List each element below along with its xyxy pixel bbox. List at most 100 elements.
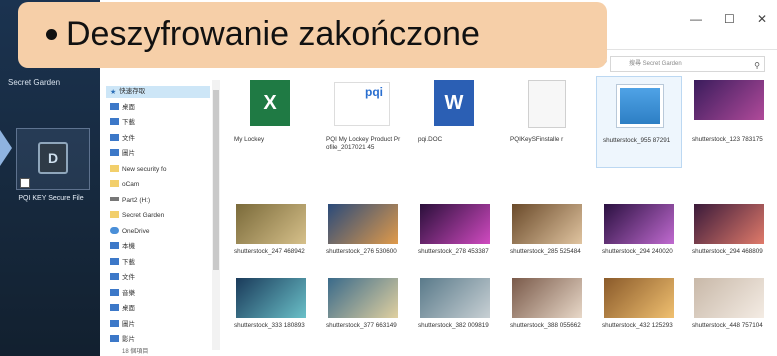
file-name: shutterstock_294 240020 bbox=[602, 248, 673, 255]
file-item[interactable]: shutterstock_247 468942 bbox=[228, 200, 314, 272]
file-item[interactable]: shutterstock_276 530600 bbox=[320, 200, 406, 272]
nav-item[interactable]: oCam bbox=[110, 179, 139, 191]
file-item[interactable]: shutterstock_278 453387 bbox=[412, 200, 498, 272]
shortcut-arrow-icon bbox=[20, 178, 30, 188]
nav-item-label: 下載 bbox=[122, 258, 135, 266]
nav-item[interactable]: 桌面 bbox=[110, 303, 135, 315]
close-button[interactable]: ✕ bbox=[757, 12, 767, 26]
bullet-icon bbox=[46, 29, 57, 40]
image-thumbnail bbox=[694, 80, 764, 120]
pqi-secure-file-icon[interactable]: D bbox=[38, 142, 68, 174]
nav-item[interactable]: 影片 bbox=[110, 334, 135, 346]
nav-item-label: 圖片 bbox=[122, 150, 135, 157]
nav-item-label: 桌面 bbox=[122, 103, 135, 111]
video-icon bbox=[110, 335, 119, 342]
file-item[interactable]: shutterstock_377 663149 bbox=[320, 274, 406, 346]
file-name: PQIKeySFinstalle r bbox=[510, 136, 564, 143]
nav-item[interactable]: New security fo bbox=[110, 164, 166, 176]
image-thumbnail bbox=[420, 204, 490, 244]
pointer-arrow-icon bbox=[0, 130, 12, 166]
file-item[interactable]: shutterstock_955 87291 bbox=[596, 76, 682, 168]
document-icon bbox=[110, 133, 119, 141]
nav-item[interactable]: 圖片 bbox=[110, 319, 135, 331]
nav-scrollbar-thumb[interactable] bbox=[213, 90, 219, 270]
minimize-button[interactable]: — bbox=[690, 12, 702, 26]
nav-item[interactable]: 文件 bbox=[110, 272, 135, 284]
file-item[interactable]: shutterstock_294 468809 bbox=[686, 200, 772, 272]
picture-icon bbox=[110, 149, 119, 156]
image-file-icon bbox=[617, 85, 663, 127]
nav-item[interactable]: 下載 bbox=[110, 257, 135, 269]
desktop-icon bbox=[110, 102, 119, 110]
file-item[interactable]: shutterstock_388 055662 bbox=[504, 274, 590, 346]
search-input[interactable]: 搜尋 Secret Garden ⚲ bbox=[610, 56, 765, 72]
nav-item[interactable]: 本機 bbox=[110, 241, 135, 253]
nav-item[interactable]: 文件 bbox=[110, 133, 135, 145]
excel-file-icon: X bbox=[250, 80, 290, 126]
file-item[interactable]: Wpqi.DOC bbox=[412, 76, 498, 168]
nav-item[interactable]: 下載 bbox=[110, 117, 135, 129]
desktop-icon bbox=[110, 304, 119, 311]
star-icon: ★ bbox=[110, 89, 117, 96]
image-thumbnail bbox=[328, 204, 398, 244]
file-name: shutterstock_276 530600 bbox=[326, 248, 397, 255]
file-item[interactable]: shutterstock_333 180893 bbox=[228, 274, 314, 346]
nav-item-label: 文件 bbox=[122, 274, 135, 281]
file-item[interactable]: shutterstock_448 757104 bbox=[686, 274, 772, 346]
nav-item-label: 下載 bbox=[122, 119, 135, 126]
image-thumbnail bbox=[328, 278, 398, 318]
file-item[interactable]: pqi PQI My Lockey Product Profile_2017021… bbox=[320, 76, 406, 168]
image-thumbnail bbox=[512, 204, 582, 244]
blank-file-icon bbox=[528, 80, 566, 128]
maximize-button[interactable]: ☐ bbox=[724, 12, 735, 26]
image-thumbnail bbox=[420, 278, 490, 318]
nav-item-label: 桌面 bbox=[122, 305, 135, 312]
nav-item[interactable]: OneDrive bbox=[110, 226, 149, 238]
image-thumbnail bbox=[694, 204, 764, 244]
nav-item-label: 音樂 bbox=[122, 289, 135, 297]
download-icon bbox=[110, 118, 119, 125]
nav-item[interactable]: 桌面 bbox=[110, 102, 135, 114]
caption-text: Deszyfrowanie zakończone bbox=[66, 15, 480, 53]
file-name: pqi.DOC bbox=[418, 136, 443, 143]
image-thumbnail bbox=[604, 278, 674, 318]
nav-item[interactable]: 圖片 bbox=[110, 148, 135, 160]
file-name: shutterstock_388 055662 bbox=[510, 322, 581, 329]
file-name: shutterstock_333 180893 bbox=[234, 322, 305, 329]
file-item[interactable]: shutterstock_432 125293 bbox=[596, 274, 682, 346]
nav-item-label: oCam bbox=[122, 181, 140, 188]
file-name: shutterstock_377 663149 bbox=[326, 322, 397, 329]
nav-item-label: 影片 bbox=[122, 336, 135, 343]
file-item[interactable]: PQIKeySFinstalle r bbox=[504, 76, 590, 168]
picture-icon bbox=[110, 319, 119, 327]
nav-item[interactable]: 音樂 bbox=[110, 288, 135, 300]
file-name: My Lockey bbox=[234, 136, 265, 143]
file-item[interactable]: shutterstock_294 240020 bbox=[596, 200, 682, 272]
caption-banner: Deszyfrowanie zakończone bbox=[18, 2, 607, 68]
nav-item-label: 快速存取 bbox=[119, 88, 146, 95]
navigation-pane: ★ 快速存取 桌面 下載 文件 圖片 New security fo oCam Part2 (H… bbox=[100, 80, 220, 356]
desktop-shortcut-label[interactable]: PQI KEY Secure File bbox=[6, 194, 96, 203]
file-item[interactable]: X My Lockey bbox=[228, 76, 314, 168]
document-icon bbox=[110, 273, 119, 280]
image-thumbnail bbox=[694, 278, 764, 318]
drive-icon bbox=[110, 196, 119, 201]
search-placeholder: 搜尋 Secret Garden bbox=[629, 61, 682, 67]
file-name: shutterstock_382 009819 bbox=[418, 322, 489, 329]
image-thumbnail bbox=[236, 278, 306, 318]
file-name: PQI My Lockey Product Profile_2017021 45 bbox=[326, 136, 401, 151]
download-icon bbox=[110, 257, 119, 265]
file-item[interactable]: shutterstock_382 009819 bbox=[412, 274, 498, 346]
search-icon[interactable]: ⚲ bbox=[754, 59, 760, 73]
nav-item[interactable]: ★ 快速存取 bbox=[106, 86, 210, 98]
file-name: shutterstock_294 468809 bbox=[692, 248, 763, 255]
pc-icon bbox=[110, 242, 119, 249]
file-item[interactable]: shutterstock_123 783175 bbox=[686, 76, 772, 168]
nav-item[interactable]: Secret Garden bbox=[110, 210, 164, 222]
nav-item-label: New security fo bbox=[122, 165, 167, 173]
nav-item-label: 圖片 bbox=[122, 320, 135, 328]
file-item[interactable]: shutterstock_285 525484 bbox=[504, 200, 590, 272]
nav-item-label: Part2 (H:) bbox=[122, 196, 151, 204]
nav-item[interactable]: Part2 (H:) bbox=[110, 195, 150, 207]
screen: Secret Garden D PQI KEY Secure File — ☐ … bbox=[0, 0, 777, 356]
